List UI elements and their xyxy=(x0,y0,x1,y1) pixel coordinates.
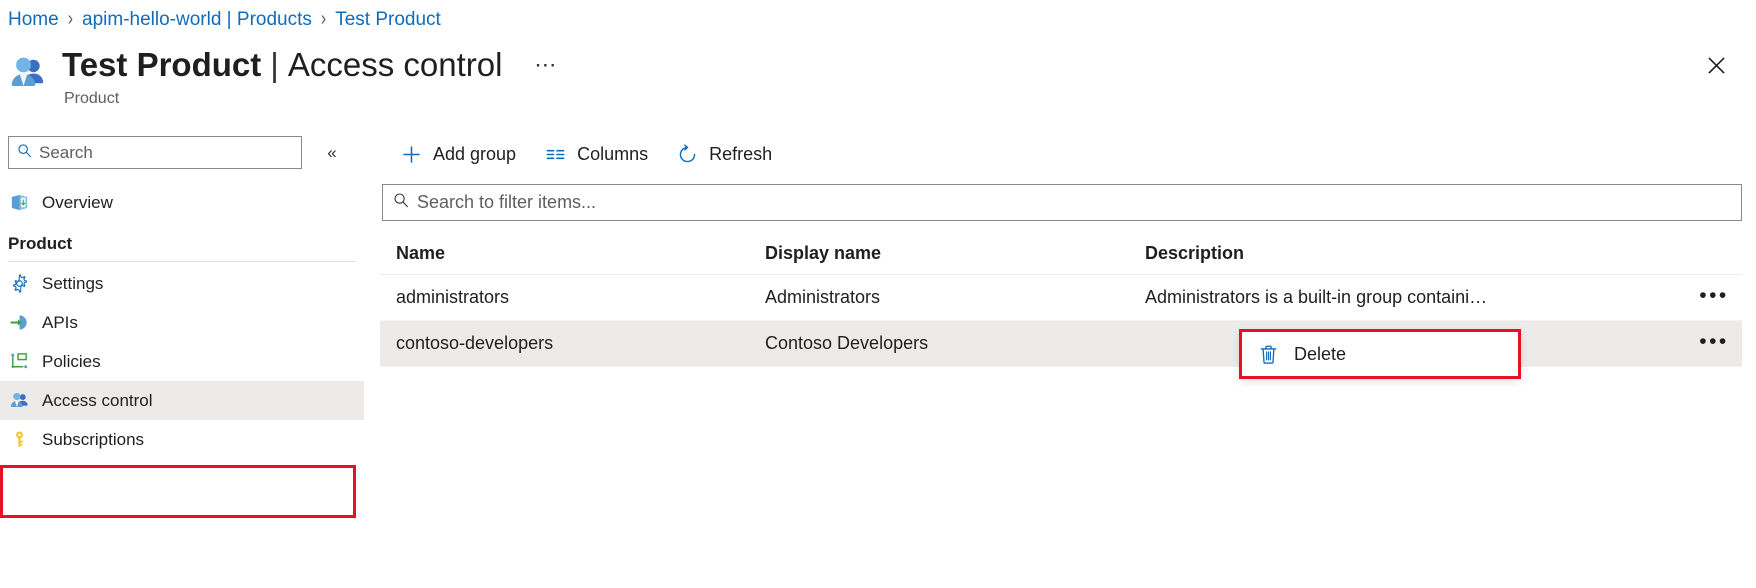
add-group-label: Add group xyxy=(433,144,516,165)
cell-description: Administrators is a built-in group conta… xyxy=(1145,287,1686,308)
overview-box-icon xyxy=(8,192,30,214)
columns-button[interactable]: Columns xyxy=(534,137,658,171)
api-arrow-icon xyxy=(8,312,30,334)
blade-content: Add group Columns Refresh xyxy=(380,130,1756,588)
page-title-section: Access control xyxy=(288,44,503,86)
breadcrumb-item-home[interactable]: Home xyxy=(8,8,59,32)
cell-display-name: Administrators xyxy=(765,287,1145,308)
title-line: Test Product | Access control ⋯ xyxy=(62,44,564,86)
filter-placeholder: Search to filter items... xyxy=(417,192,596,213)
plus-icon xyxy=(400,143,422,165)
add-group-button[interactable]: Add group xyxy=(390,137,526,171)
refresh-icon xyxy=(676,143,698,165)
sidebar-item-settings[interactable]: Settings xyxy=(0,264,364,303)
sidebar-item-subscriptions[interactable]: Subscriptions xyxy=(0,420,364,459)
column-header-display-name[interactable]: Display name xyxy=(765,243,1145,264)
row-context-menu-icon[interactable]: ••• xyxy=(1697,281,1731,314)
sidebar-item-apis[interactable]: APIs xyxy=(0,303,364,342)
chevron-double-left-icon: « xyxy=(327,143,336,163)
column-header-description[interactable]: Description xyxy=(1145,243,1686,264)
context-menu-item-delete[interactable]: Delete xyxy=(1241,331,1519,377)
page-title-block: Test Product | Access control ⋯ Product xyxy=(8,44,564,109)
search-input[interactable]: Search xyxy=(8,136,302,169)
context-menu-label: Delete xyxy=(1294,344,1346,365)
page-title-resource: Test Product xyxy=(62,44,261,86)
gear-icon xyxy=(8,273,30,295)
access-control-people-icon xyxy=(8,52,52,96)
breadcrumb-separator: › xyxy=(68,5,73,35)
key-icon xyxy=(8,429,30,451)
filter-input[interactable]: Search to filter items... xyxy=(382,184,1742,221)
title-pipe: | xyxy=(270,44,279,86)
groups-table: Name Display name Description administra… xyxy=(380,233,1756,367)
search-icon xyxy=(393,192,409,213)
columns-label: Columns xyxy=(577,144,648,165)
filter-row: Search to filter items... xyxy=(380,178,1756,221)
sidebar-search-row: Search « xyxy=(0,130,364,169)
command-bar: Add group Columns Refresh xyxy=(380,130,1756,178)
sidebar-item-label: Policies xyxy=(42,352,101,372)
trash-icon xyxy=(1256,342,1280,366)
more-options-icon[interactable]: ⋯ xyxy=(528,44,564,86)
table-row[interactable]: administrators Administrators Administra… xyxy=(380,275,1742,321)
row-actions-cell: ••• xyxy=(1686,281,1742,314)
sidebar-item-policies[interactable]: Policies xyxy=(0,342,364,381)
sidebar-item-label: APIs xyxy=(42,313,78,333)
breadcrumb: Home › apim-hello-world | Products › Tes… xyxy=(8,8,441,32)
row-actions-cell: ••• xyxy=(1686,327,1742,360)
column-header-name[interactable]: Name xyxy=(380,243,765,264)
azure-portal-blade: Home › apim-hello-world | Products › Tes… xyxy=(0,0,1756,588)
cell-name: administrators xyxy=(380,287,765,308)
refresh-label: Refresh xyxy=(709,144,772,165)
breadcrumb-separator: › xyxy=(321,5,326,35)
search-icon xyxy=(17,143,32,163)
close-blade-button[interactable] xyxy=(1696,48,1736,88)
sidebar-divider xyxy=(8,261,356,262)
refresh-button[interactable]: Refresh xyxy=(666,137,782,171)
columns-icon xyxy=(544,143,566,165)
cell-display-name: Contoso Developers xyxy=(765,333,1145,354)
sidebar-item-overview[interactable]: Overview xyxy=(0,183,364,222)
title-text-group: Test Product | Access control ⋯ Product xyxy=(62,44,564,109)
row-context-menu-icon[interactable]: ••• xyxy=(1697,327,1731,360)
cell-name: contoso-developers xyxy=(380,333,765,354)
table-row[interactable]: contoso-developers Contoso Developers ••… xyxy=(380,321,1742,367)
policies-flow-icon xyxy=(8,351,30,373)
table-header-row: Name Display name Description xyxy=(380,233,1742,275)
sidebar-item-label: Access control xyxy=(42,391,153,411)
access-control-people-icon xyxy=(8,390,30,412)
search-placeholder: Search xyxy=(39,143,93,163)
page-subtitle: Product xyxy=(62,88,564,109)
sidebar-item-label: Subscriptions xyxy=(42,430,144,450)
close-icon xyxy=(1707,56,1726,80)
breadcrumb-item-test-product[interactable]: Test Product xyxy=(335,8,441,32)
sidebar-item-access-control[interactable]: Access control xyxy=(0,381,364,420)
breadcrumb-item-products[interactable]: apim-hello-world | Products xyxy=(82,8,312,32)
sidebar-item-label: Overview xyxy=(42,193,113,213)
collapse-sidebar-button[interactable]: « xyxy=(318,139,346,167)
sidebar-item-label: Settings xyxy=(42,274,103,294)
sidebar-group-heading: Product xyxy=(0,222,364,261)
blade-sidebar: Search « Overview Product xyxy=(0,130,364,588)
